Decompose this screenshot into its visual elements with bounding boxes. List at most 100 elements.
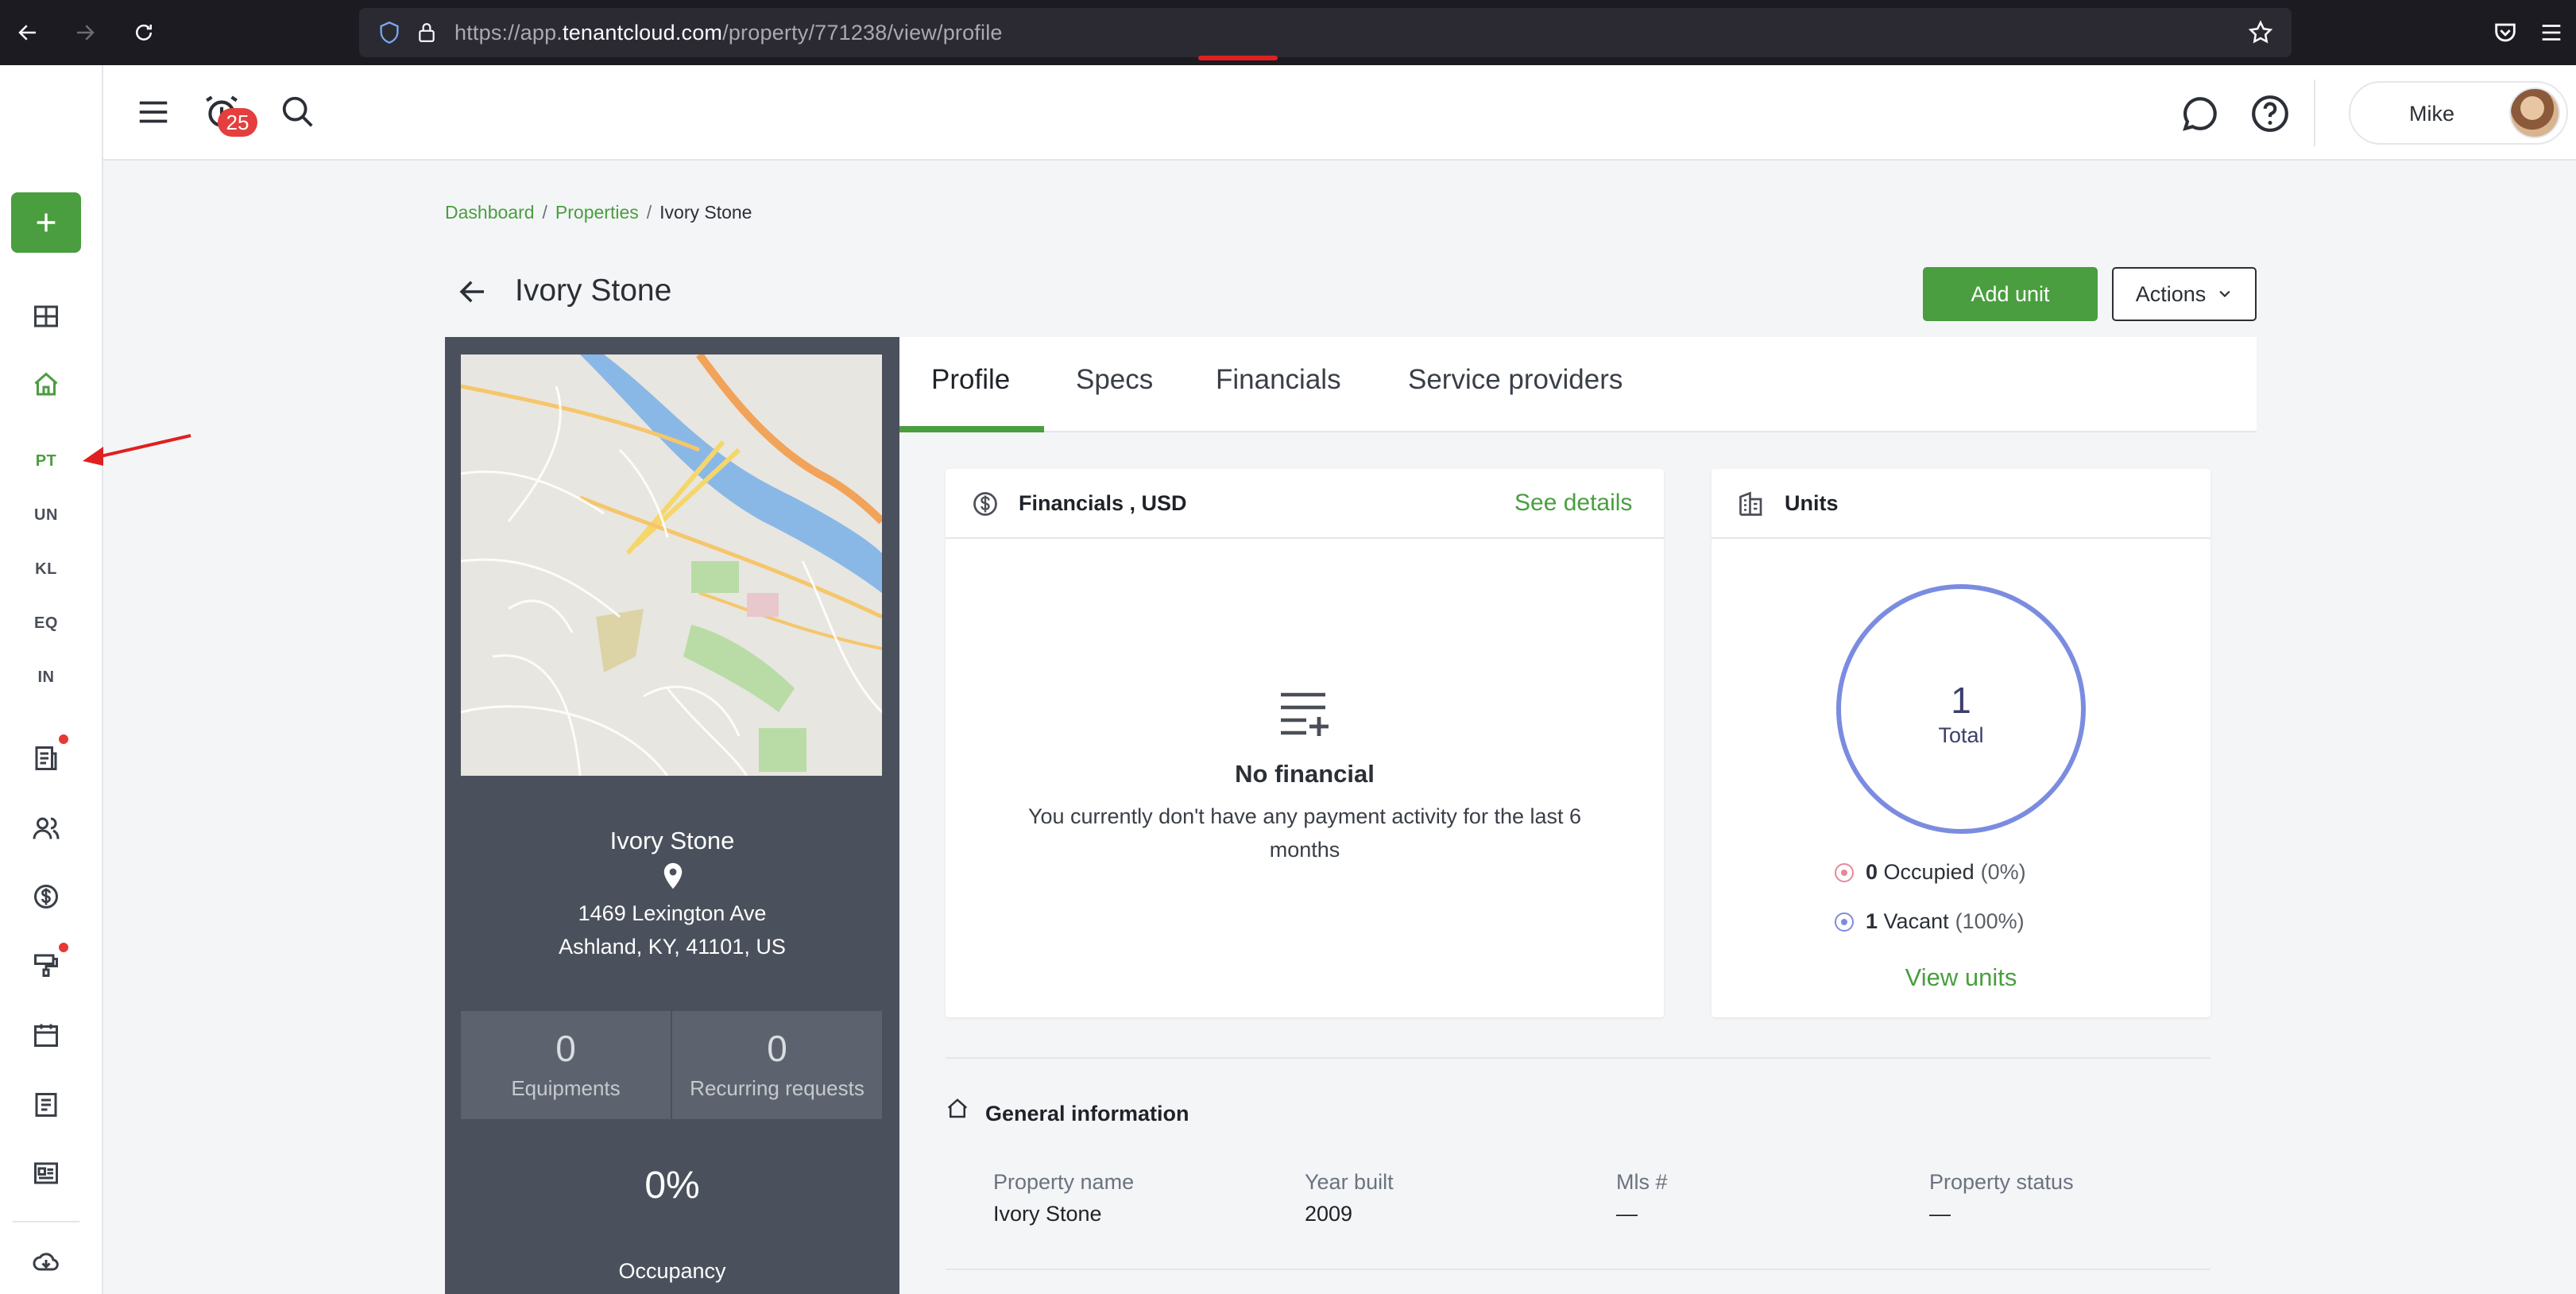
- field-value-property-name: Ivory Stone: [993, 1202, 1102, 1226]
- forward-icon[interactable]: [68, 16, 102, 49]
- document-icon[interactable]: [0, 1084, 92, 1125]
- add-unit-button[interactable]: Add unit: [1923, 267, 2098, 321]
- avatar[interactable]: [2509, 87, 2560, 138]
- tab-specs[interactable]: Specs: [1076, 364, 1153, 396]
- building-icon: [1739, 491, 1762, 516]
- reports-icon[interactable]: [0, 738, 92, 779]
- recurring-requests-stat[interactable]: 0 Recurring requests: [672, 1011, 882, 1119]
- general-info-title: General information: [985, 1102, 1189, 1125]
- back-arrow-icon[interactable]: [456, 275, 489, 308]
- help-icon[interactable]: [2250, 94, 2290, 134]
- rail-sub-in[interactable]: IN: [0, 661, 92, 693]
- url-text: https://app.tenantcloud.com/property/771…: [454, 21, 1003, 45]
- menu-icon[interactable]: [2538, 19, 2565, 46]
- units-card-header: Units: [1712, 469, 2210, 539]
- add-list-icon: [1281, 692, 1329, 736]
- calendar-icon[interactable]: [0, 1014, 92, 1056]
- field-value-property-status: —: [1929, 1202, 1951, 1226]
- vacant-dot-icon: [1835, 912, 1854, 932]
- breadcrumb-separator: /: [542, 202, 547, 223]
- field-label-property-name: Property name: [993, 1170, 1135, 1194]
- notification-dot: [59, 734, 68, 744]
- rail-sub-pt[interactable]: PT: [0, 445, 92, 477]
- see-details-link[interactable]: See details: [1514, 490, 1632, 517]
- breadcrumb-properties[interactable]: Properties: [555, 202, 639, 223]
- hamburger-icon[interactable]: [135, 94, 172, 130]
- dashboard-icon[interactable]: [0, 296, 92, 337]
- recurring-label: Recurring requests: [690, 1076, 864, 1100]
- rail-sub-label: IN: [37, 668, 55, 686]
- units-title: Units: [1785, 491, 1839, 515]
- rail-sub-label: UN: [34, 506, 58, 524]
- vacant-label: Vacant: [1883, 909, 1949, 933]
- breadcrumb-current: Ivory Stone: [659, 202, 752, 223]
- occupied-count: 0: [1866, 860, 1878, 884]
- lock-icon: [419, 23, 435, 42]
- legend-vacant: 1 Vacant (100%): [1834, 909, 2025, 934]
- back-icon[interactable]: [11, 16, 44, 49]
- notifications-badge[interactable]: 25: [218, 108, 257, 137]
- add-button[interactable]: [11, 192, 81, 253]
- chat-icon[interactable]: [2180, 94, 2220, 134]
- occupied-pct: (0%): [1980, 860, 2026, 884]
- actions-label: Actions: [2135, 281, 2207, 306]
- cloud-download-icon[interactable]: [0, 1242, 92, 1283]
- rail-sub-kl[interactable]: KL: [0, 553, 92, 585]
- pocket-icon[interactable]: [2492, 19, 2519, 46]
- breadcrumb: Dashboard / Properties / Ivory Stone: [445, 202, 752, 223]
- field-label-property-status: Property status: [1929, 1170, 2074, 1194]
- dollar-circle-icon: [973, 492, 997, 516]
- field-label-mls: Mls #: [1616, 1170, 1668, 1194]
- reload-icon[interactable]: [127, 16, 161, 49]
- rail-sub-eq[interactable]: EQ: [0, 607, 92, 639]
- property-address-line1: 1469 Lexington Ave: [578, 901, 767, 925]
- actions-dropdown[interactable]: Actions: [2112, 267, 2257, 321]
- url-annotation-underline: [1198, 56, 1278, 60]
- tab-profile[interactable]: Profile: [931, 364, 1010, 396]
- units-total-label: Total: [1938, 723, 1984, 747]
- chevron-down-icon: [2219, 290, 2230, 298]
- page-title: Ivory Stone: [515, 273, 672, 308]
- property-name: Ivory Stone: [609, 827, 735, 854]
- occupancy-label: Occupancy: [618, 1259, 726, 1283]
- equipments-count: 0: [555, 1028, 576, 1069]
- view-units-link[interactable]: View units: [1712, 963, 2210, 992]
- tab-service-providers[interactable]: Service providers: [1408, 364, 1623, 396]
- rail-sub-label: EQ: [34, 614, 58, 632]
- people-icon[interactable]: [0, 808, 92, 849]
- search-icon[interactable]: [280, 94, 316, 130]
- units-total-number: 1: [1951, 680, 1971, 721]
- breadcrumb-dashboard[interactable]: Dashboard: [445, 202, 535, 223]
- rail-sub-un[interactable]: UN: [0, 499, 92, 531]
- tab-financials[interactable]: Financials: [1216, 364, 1341, 396]
- property-address-line2: Ashland, KY, 41101, US: [559, 935, 786, 959]
- financials-card: Financials , USD See details No financia…: [946, 469, 1664, 1017]
- listing-icon[interactable]: [0, 1153, 92, 1194]
- no-financial-title: No financial: [1235, 760, 1375, 788]
- maintenance-icon[interactable]: [0, 944, 92, 986]
- field-label-year-built: Year built: [1305, 1170, 1394, 1194]
- dollar-icon[interactable]: [0, 876, 92, 917]
- field-value-mls: —: [1616, 1202, 1638, 1226]
- shield-icon: [380, 21, 399, 44]
- financials-title: Financials , USD: [1019, 491, 1187, 515]
- home-icon[interactable]: [0, 364, 92, 405]
- property-main: Profile Specs Financials Service provide…: [899, 337, 2257, 1294]
- browser-toolbar: https://app.tenantcloud.com/property/771…: [0, 0, 2576, 65]
- rail-divider: [13, 1221, 79, 1222]
- user-name: Mike: [2409, 102, 2455, 126]
- occupied-dot-icon: [1835, 862, 1854, 882]
- section-divider: [946, 1269, 2210, 1270]
- units-card: Units 1 Total 0 Occupied (0%) 1 Vacant (10…: [1712, 469, 2210, 1017]
- location-pin-icon: [663, 862, 683, 889]
- section-divider: [946, 1057, 2210, 1059]
- property-map[interactable]: [461, 354, 882, 776]
- left-rail: PT UN KL EQ IN: [0, 65, 103, 1294]
- equipments-stat[interactable]: 0 Equipments: [461, 1011, 671, 1119]
- address-bar[interactable]: https://app.tenantcloud.com/property/771…: [359, 8, 2292, 60]
- star-icon[interactable]: [2247, 19, 2274, 46]
- legend-occupied: 0 Occupied (0%): [1834, 860, 2026, 885]
- property-tabs: Profile Specs Financials Service provide…: [899, 337, 2257, 432]
- notification-dot: [59, 943, 68, 952]
- breadcrumb-separator: /: [646, 202, 652, 223]
